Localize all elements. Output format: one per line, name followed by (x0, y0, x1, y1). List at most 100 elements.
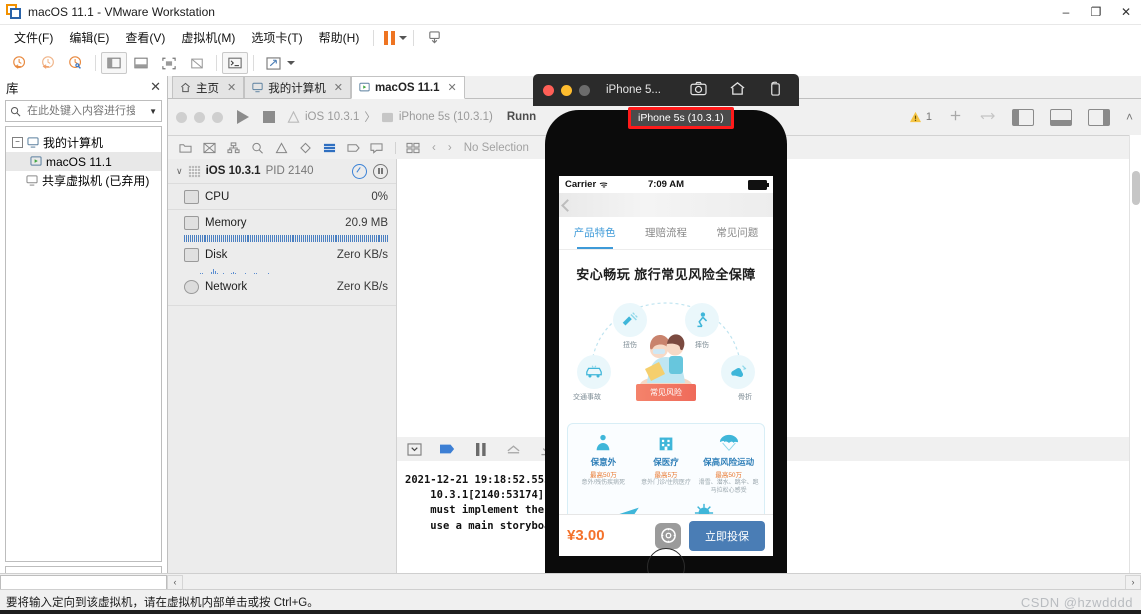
tree-label-my-computer: 我的计算机 (43, 136, 104, 150)
issue-navigator-icon[interactable] (275, 142, 288, 154)
segment-tab-claims[interactable]: 理赔流程 (630, 217, 701, 249)
tree-expander-icon[interactable]: − (12, 137, 23, 148)
scroll-right-button[interactable]: › (1125, 574, 1141, 590)
close-button[interactable]: ✕ (1111, 0, 1141, 24)
suspend-icon (384, 30, 396, 45)
tab-macos-close-icon[interactable]: ✕ (448, 81, 457, 94)
find-navigator-icon[interactable] (251, 142, 264, 154)
pause-process-icon[interactable] (373, 163, 388, 179)
simulator-window-controls[interactable] (543, 84, 590, 96)
tab-macos[interactable]: macOS 11.1 ✕ (350, 76, 465, 99)
step-over-icon[interactable] (506, 443, 521, 456)
home-icon[interactable] (729, 81, 746, 99)
menu-tabs[interactable]: 选项卡(T) (243, 26, 310, 49)
show-library-icon[interactable] (101, 52, 127, 74)
pause-icon[interactable] (473, 442, 488, 456)
benefit-card-accident[interactable]: 保意外 最高50万 意外/残伤疾病死 (572, 432, 635, 496)
library-bottom-field[interactable] (0, 574, 167, 590)
gauge-row-memory[interactable]: Memory 20.9 MB (168, 209, 396, 235)
breakpoints-activate-icon[interactable] (440, 443, 455, 456)
tree-node-shared-vms[interactable]: 共享虚拟机 (已弃用) (6, 171, 161, 190)
benefit-card-extreme-sports[interactable]: 保高风险运动 最高50万 滑雪、潜水、跳伞、跑马拉松心感受 (697, 432, 760, 496)
related-items-icon[interactable] (406, 142, 420, 154)
menu-edit[interactable]: 编辑(E) (61, 26, 117, 49)
library-search[interactable]: ▼ (5, 100, 162, 122)
source-control-icon[interactable] (203, 142, 216, 154)
ios-nav-bar[interactable] (559, 193, 773, 217)
scheme-selector[interactable]: iOS 10.3.1 〉 iPhone 5s (10.3.1) (287, 109, 493, 125)
snapshot-manager-icon[interactable] (62, 52, 90, 74)
take-snapshot-icon[interactable] (6, 52, 34, 74)
utilities-toggle-icon[interactable] (1087, 108, 1110, 126)
simulator-screen[interactable]: Carrier 7:09 AM 产品特色 理赔流程 常见问题 安心畅玩 旅行常见… (559, 176, 773, 556)
revert-snapshot-icon[interactable] (34, 52, 62, 74)
library-close-icon[interactable]: ✕ (150, 79, 161, 95)
menu-vm[interactable]: 虚拟机(M) (173, 26, 243, 49)
buy-now-button[interactable]: 立即投保 (689, 520, 765, 551)
project-navigator-icon[interactable] (179, 142, 192, 154)
editor-scrollbar[interactable] (1129, 135, 1141, 590)
power-options-icon[interactable] (420, 27, 448, 49)
stretch-dropdown-caret-icon[interactable] (287, 61, 295, 65)
gauge-row-cpu[interactable]: CPU 0% (168, 183, 396, 209)
debug-process-row[interactable]: ∨ iOS 10.3.1 PID 2140 (168, 159, 396, 183)
report-navigator-icon[interactable] (370, 142, 383, 154)
gauge-row-network[interactable]: Network Zero KB/s (168, 274, 396, 299)
symbol-navigator-icon[interactable] (227, 142, 240, 154)
suspend-dropdown-caret-icon[interactable] (399, 35, 408, 40)
show-thumbnail-bar-icon[interactable] (127, 52, 155, 74)
debug-navigator-icon[interactable] (323, 142, 336, 154)
search-caret-icon[interactable]: ▼ (149, 107, 157, 116)
minimize-button[interactable]: – (1051, 0, 1081, 24)
menu-file[interactable]: 文件(F) (6, 26, 61, 49)
run-play-icon[interactable] (237, 110, 249, 124)
search-icon (10, 106, 21, 116)
rotate-device-icon[interactable] (768, 81, 783, 99)
history-arrow-icon[interactable] (979, 110, 996, 125)
gauge-label-disk: Disk (205, 248, 228, 261)
tree-node-macos[interactable]: macOS 11.1 (6, 152, 161, 171)
search-input[interactable] (25, 104, 137, 118)
scrollbar-thumb[interactable] (1132, 171, 1140, 205)
toolbar-chevron-icon[interactable]: ˄ (1126, 110, 1133, 124)
scroll-track[interactable] (183, 574, 1125, 590)
xcode-window-controls[interactable] (176, 111, 223, 123)
tab-my-computer[interactable]: 我的计算机 ✕ (244, 76, 351, 98)
jump-back-icon[interactable]: ‹ (432, 142, 436, 154)
segment-tab-features[interactable]: 产品特色 (559, 217, 630, 249)
warning-badge[interactable]: 1 (909, 111, 932, 123)
tab-home[interactable]: 主页 ✕ (172, 76, 245, 98)
tree-node-my-computer[interactable]: − 我的计算机 (6, 133, 161, 152)
gauge-icon[interactable] (352, 163, 367, 179)
plus-icon[interactable] (948, 108, 963, 126)
library-panel: 库 ✕ ▼ − 我的计算机 macOS 11.1 (0, 76, 168, 590)
test-navigator-icon[interactable] (299, 142, 312, 154)
menu-view[interactable]: 查看(V) (117, 26, 173, 49)
tab-home-close-icon[interactable]: ✕ (227, 81, 236, 94)
suspend-button[interactable] (380, 30, 399, 45)
maximize-button[interactable]: ❐ (1081, 0, 1111, 24)
menu-help[interactable]: 帮助(H) (311, 26, 368, 49)
benefit-card-medical[interactable]: 保医疗 最高5万 意外门诊/住院医疗 (635, 432, 698, 496)
scroll-left-button[interactable]: ‹ (167, 574, 183, 590)
tab-my-computer-close-icon[interactable]: ✕ (334, 81, 343, 94)
hide-debug-area-icon[interactable] (407, 442, 422, 456)
breakpoint-navigator-icon[interactable] (347, 142, 360, 154)
segment-tab-faq[interactable]: 常见问题 (702, 217, 773, 249)
watermark: CSDN @hzwdddd (1020, 595, 1133, 610)
full-screen-icon[interactable] (155, 52, 183, 74)
simulator-title-bar[interactable]: iPhone 5... (533, 74, 799, 106)
stretch-icon[interactable] (259, 52, 287, 74)
unity-mode-icon[interactable] (183, 52, 211, 74)
benefit-row-1: 保意外 最高50万 意外/残伤疾病死 保医疗 最高5万 意外门诊/住院医疗 保高… (572, 432, 760, 496)
screenshot-camera-icon[interactable] (690, 81, 707, 99)
settings-gear-icon[interactable] (655, 522, 681, 549)
home-icon (181, 82, 190, 93)
stop-square-icon[interactable] (263, 111, 275, 123)
console-icon[interactable] (222, 52, 248, 74)
disclosure-icon[interactable]: ∨ (176, 166, 183, 177)
navigator-toggle-icon[interactable] (1011, 108, 1034, 126)
debug-area-toggle-icon[interactable] (1049, 108, 1072, 126)
jump-forward-icon[interactable]: › (448, 142, 452, 154)
gauge-row-disk[interactable]: Disk Zero KB/s (168, 242, 396, 267)
